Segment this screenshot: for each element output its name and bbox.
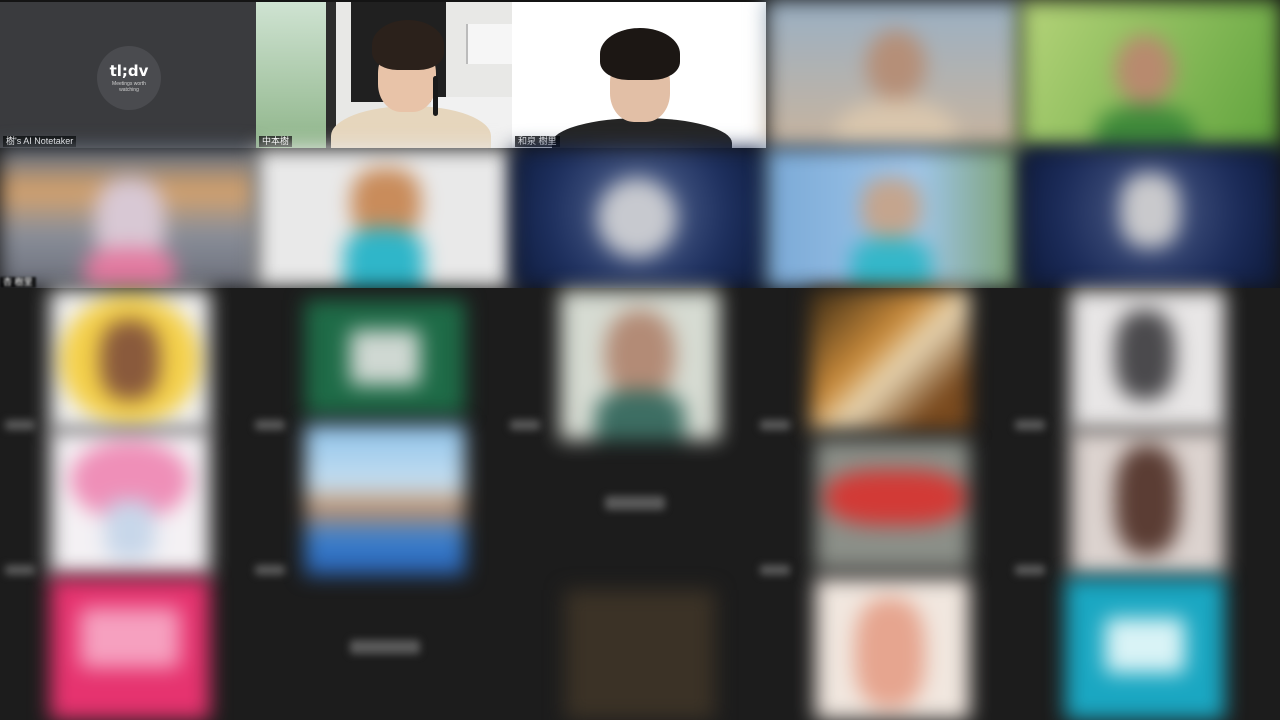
video-tile-blurred[interactable] <box>565 590 715 720</box>
participant-video-person <box>326 16 496 148</box>
video-gallery: tl;dv Meetings worth watching 樹's AI Not… <box>0 0 1280 720</box>
video-tile-blurred[interactable] <box>1020 148 1280 288</box>
video-tile-blurred[interactable] <box>0 148 256 288</box>
video-tile-blurred[interactable] <box>1020 0 1280 148</box>
video-tile-blurred[interactable] <box>1070 290 1225 430</box>
video-tile-blurred[interactable] <box>766 0 1020 148</box>
video-tile-speaker-2[interactable]: 和泉 樹里 <box>512 2 766 148</box>
video-tile-blurred[interactable] <box>256 148 512 288</box>
tldv-logo-text: tl;dv <box>109 62 149 80</box>
video-tile-blurred[interactable] <box>50 430 210 575</box>
video-tile-blurred[interactable] <box>1070 430 1225 575</box>
video-tile-blurred[interactable] <box>305 425 465 575</box>
tldv-logo: tl;dv Meetings worth watching <box>97 46 161 110</box>
video-tile-blurred[interactable] <box>50 290 210 430</box>
video-tile-blurred[interactable] <box>560 290 720 440</box>
video-tile-blurred[interactable] <box>815 578 970 720</box>
participant-name-label: 杏 樹里 <box>0 277 36 288</box>
video-tile-notetaker[interactable]: tl;dv Meetings worth watching 樹's AI Not… <box>0 2 256 148</box>
participant-name-label: 中本樹 <box>259 136 293 147</box>
video-tile-blurred[interactable] <box>766 148 1020 288</box>
video-tile-blurred[interactable] <box>305 300 465 415</box>
video-tile-blurred[interactable] <box>815 440 970 570</box>
video-tile-blurred[interactable] <box>810 290 970 430</box>
participant-video-person <box>542 22 742 148</box>
video-tile-speaker-1[interactable]: 中本樹 <box>256 2 512 148</box>
participant-name-label: 和泉 樹里 <box>515 136 560 147</box>
tldv-tagline: Meetings worth watching <box>112 81 146 93</box>
video-tile-blurred[interactable] <box>50 578 210 720</box>
participant-name-label: 樹's AI Notetaker <box>3 136 77 147</box>
background-window <box>256 2 326 148</box>
video-tile-blurred[interactable] <box>512 148 766 288</box>
video-tile-blurred[interactable] <box>1065 578 1225 720</box>
